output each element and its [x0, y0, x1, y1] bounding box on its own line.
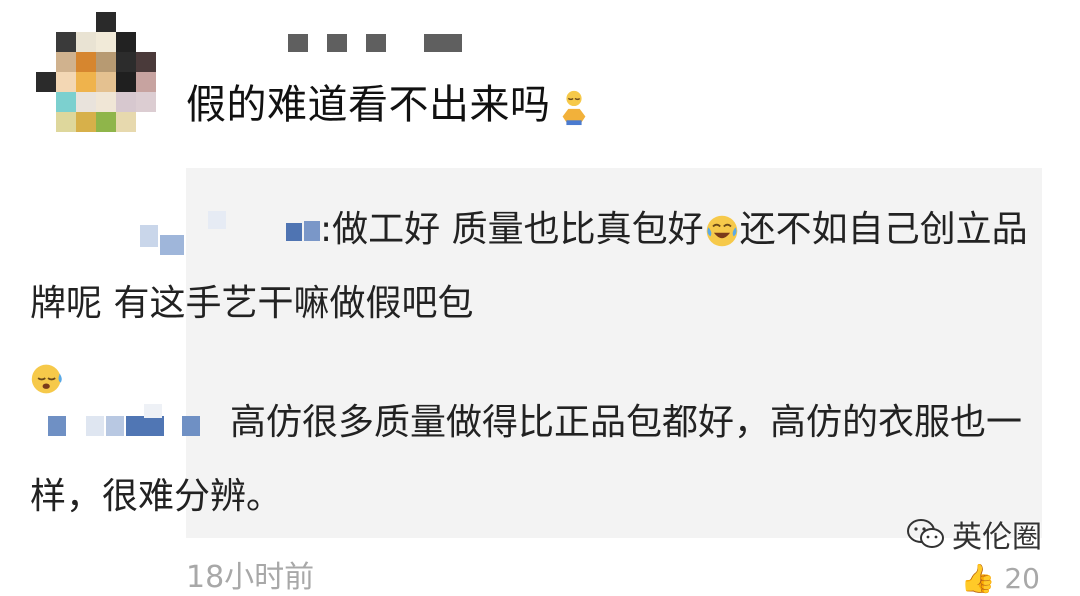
avatar-pixel [56, 32, 76, 52]
username-mask [366, 34, 386, 52]
reply-item: :做工好 质量也比真包好 还不如自己创立品牌呢 有这手艺干嘛做假吧包 [30, 193, 1046, 415]
reply-text-line1: 做工好 质量也比真包好 [332, 209, 704, 250]
avatar-pixel [116, 92, 136, 112]
avatar-pixel [96, 12, 116, 32]
reply-item: 高仿很多质量做得比正品包都好，高仿的衣服也一样，很难分辨。 [30, 386, 1046, 534]
avatar-pixel [136, 52, 156, 72]
avatar-pixel [96, 92, 116, 112]
avatar-pixel [136, 72, 156, 92]
avatar-pixel [116, 72, 136, 92]
reply-separator: : [320, 209, 333, 250]
avatar-pixel [96, 112, 116, 132]
avatar-pixel [76, 72, 96, 92]
timestamp: 18小时前 [186, 560, 315, 595]
avatar-pixel [76, 92, 96, 112]
watermark: 英伦圈 [906, 512, 1042, 556]
username-mask [424, 34, 462, 52]
like-button[interactable]: 👍 20 [961, 562, 1040, 595]
avatar-pixel [116, 52, 136, 72]
watermark-text: 英伦圈 [952, 520, 1042, 555]
comment-body: 假的难道看不出来吗 [186, 82, 551, 128]
avatar-pixel [116, 32, 136, 52]
avatar-pixel [36, 72, 56, 92]
comment-text: 假的难道看不出来吗 [186, 80, 593, 130]
avatar-pixel [76, 52, 96, 72]
username-mask [327, 34, 347, 52]
avatar-pixel [76, 112, 96, 132]
avatar-pixel [56, 52, 76, 72]
avatar-pixel [56, 72, 76, 92]
username-mask [288, 34, 308, 52]
avatar-pixel [96, 52, 116, 72]
wechat-icon [907, 519, 944, 548]
avatar-pixel [136, 92, 156, 112]
thumb-up-icon: 👍 [960, 562, 996, 595]
avatar-pixel [96, 72, 116, 92]
avatar[interactable] [36, 12, 156, 132]
shrug-person-emoji [562, 90, 585, 126]
avatar-pixel [116, 112, 136, 132]
crying-laughing-emoji [706, 215, 737, 247]
reply-author-mask[interactable] [30, 404, 230, 444]
avatar-pixel [56, 112, 76, 132]
avatar-pixel [56, 92, 76, 112]
avatar-pixel [96, 32, 116, 52]
reply-author-mask[interactable] [30, 211, 320, 255]
like-count: 20 [1004, 562, 1040, 595]
avatar-pixel [76, 32, 96, 52]
